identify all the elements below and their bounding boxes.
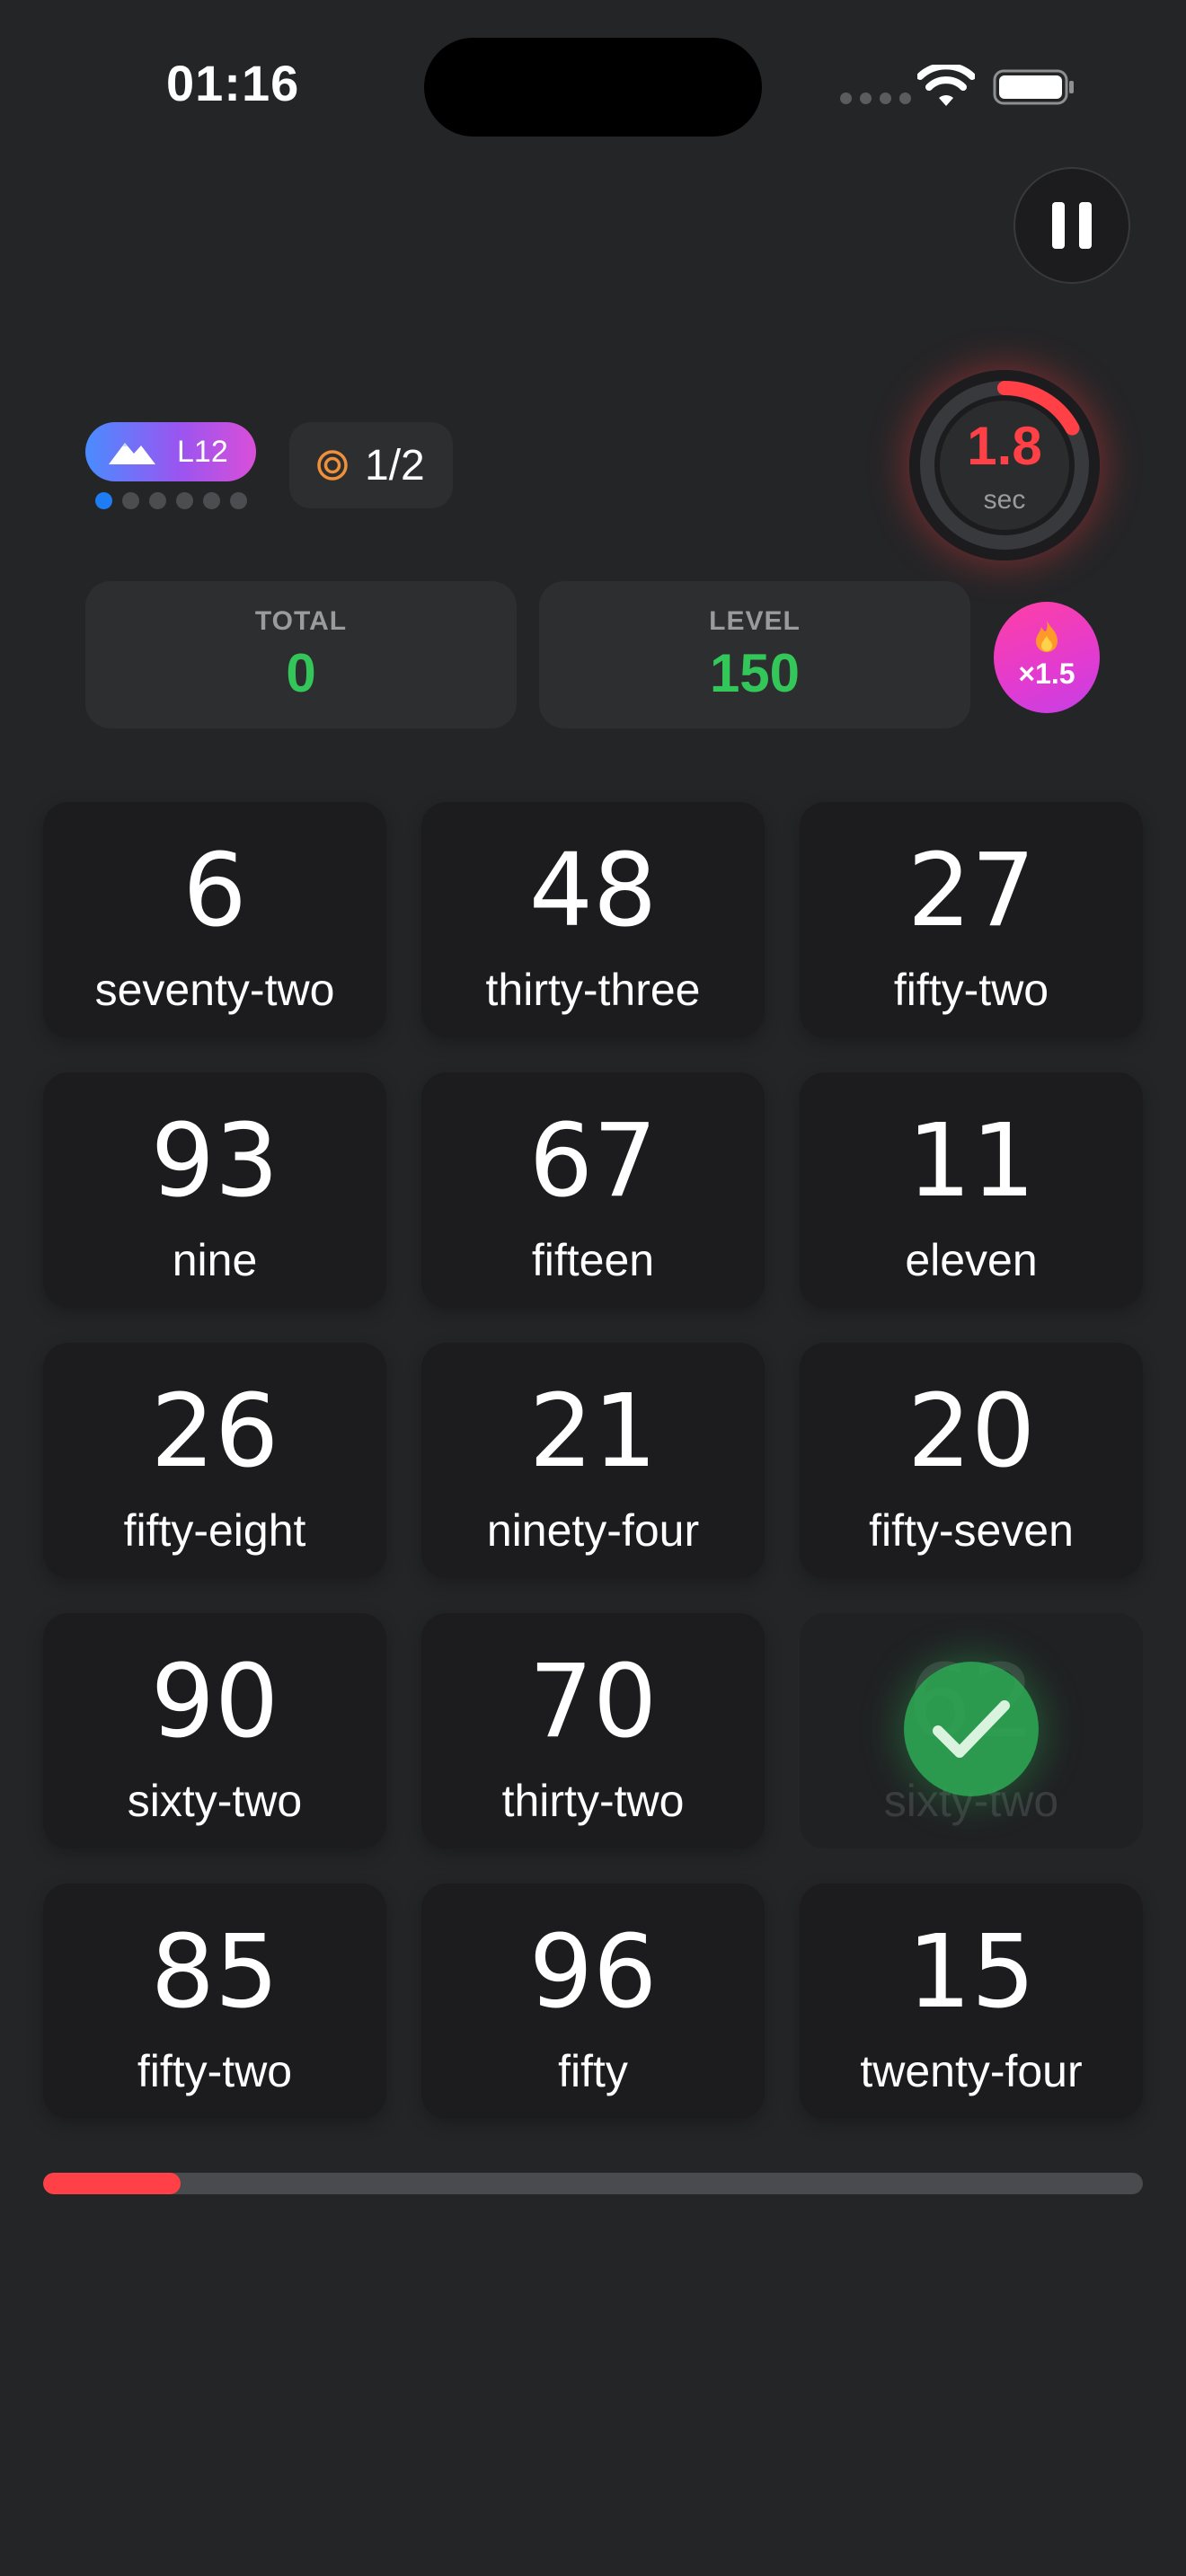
level-badge: L12 [85,422,256,481]
multiplier-value: ×1.5 [1018,657,1075,690]
tile-word: ninety-four [486,1505,700,1556]
level-dot [149,492,166,509]
tile-word: fifty-two [137,2046,293,2096]
tile-number: 26 [150,1373,279,1490]
tile-number: 90 [150,1644,279,1760]
level-progress-dots [95,492,247,509]
level-score-box: LEVEL 150 [539,581,970,728]
tile-word: fifty-seven [869,1505,1074,1556]
level-dot [203,492,220,509]
grid-tile[interactable]: 90 sixty-two [43,1613,386,1848]
grid-tile[interactable]: 20 fifty-seven [800,1343,1143,1578]
grid-tile[interactable]: 15 twenty-four [800,1883,1143,2119]
grid-tile-matched[interactable]: 62sixty-two [800,1613,1143,1848]
grid-tile[interactable]: 96 fifty [421,1883,765,2119]
tile-word: fifteen [531,1235,655,1285]
level-score-value: 150 [709,643,801,703]
tile-word: nine [172,1235,258,1285]
checkmark-icon [904,1662,1039,1796]
grid-tile[interactable]: 11 eleven [800,1072,1143,1308]
level-progress-fill [43,2173,181,2194]
grid-tile[interactable]: 70 thirty-two [421,1613,765,1848]
wifi-icon [917,65,975,106]
level-dot [230,492,247,509]
tile-word: eleven [905,1235,1038,1285]
tile-number: 70 [528,1644,658,1760]
tile-number: 6 [182,833,247,949]
tile-number: 48 [528,833,658,949]
tile-word: seventy-two [94,965,335,1015]
tile-number: 11 [907,1103,1036,1220]
pause-icon [1052,202,1065,249]
tile-word: thirty-two [501,1776,685,1826]
total-score-value: 0 [286,643,316,703]
tile-word: fifty [558,2046,628,2096]
target-icon [317,450,348,481]
grid-tile[interactable]: 93 nine [43,1072,386,1308]
total-score-box: TOTAL 0 [85,581,517,728]
level-dot [176,492,193,509]
grid-tile[interactable]: 21 ninety-four [421,1343,765,1578]
level-dot [95,492,112,509]
grid-tile[interactable]: 27 fifty-two [800,802,1143,1037]
flame-icon [1036,620,1058,652]
tile-number: 20 [907,1373,1036,1490]
battery-icon [993,69,1074,105]
level-dot [122,492,139,509]
grid-tile[interactable]: 48 thirty-three [421,802,765,1037]
grid-tile[interactable]: 6 seventy-two [43,802,386,1037]
target-value: 1/2 [365,441,425,490]
level-score-label: LEVEL [709,606,801,636]
grid-tile[interactable]: 67 fifteen [421,1072,765,1308]
status-time: 01:16 [166,55,300,111]
tile-number: 67 [528,1103,658,1220]
level-label: L12 [177,434,228,469]
timer-value: 1.8 [967,416,1042,476]
tile-word: thirty-three [485,965,701,1015]
tile-number: 21 [528,1373,658,1490]
cellular-signal-icon [840,93,911,104]
grid-tile[interactable]: 26 fifty-eight [43,1343,386,1578]
tile-number: 27 [907,833,1036,949]
target-counter: 1/2 [289,422,453,508]
timer-unit: sec [983,485,1026,515]
level-progress-bar [43,2173,1143,2194]
streak-multiplier-badge: ×1.5 [994,602,1100,713]
mountain-icon [109,443,155,464]
grid-tile[interactable]: 85 fifty-two [43,1883,386,2119]
tile-number: 85 [150,1914,279,2031]
countdown-timer: 1.8 sec [909,370,1100,560]
tile-word: twenty-four [860,2046,1083,2096]
tile-number: 15 [907,1914,1036,2031]
tile-number: 93 [150,1103,279,1220]
dynamic-island [424,38,762,137]
total-score-label: TOTAL [254,606,348,636]
pause-button[interactable] [1013,167,1130,284]
tile-word: sixty-two [127,1776,303,1826]
tile-word: fifty-two [893,965,1049,1015]
tile-number: 96 [528,1914,658,2031]
tile-word: fifty-eight [123,1505,306,1556]
